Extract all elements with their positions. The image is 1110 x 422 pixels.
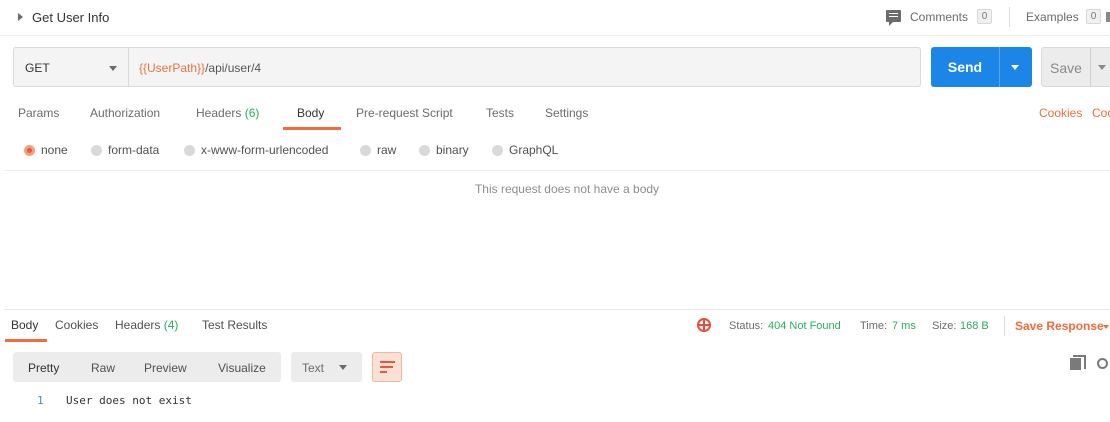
wrap-icon-line: [380, 371, 387, 373]
view-visualize-button[interactable]: Visualize: [218, 361, 266, 375]
view-pretty-button[interactable]: Pretty: [28, 361, 59, 375]
tab-tests[interactable]: Tests: [486, 106, 514, 120]
view-raw-button[interactable]: Raw: [91, 361, 115, 375]
response-view-mode-group: Pretty Raw Preview Visualize: [13, 352, 281, 382]
time-value[interactable]: 7 ms: [892, 320, 916, 332]
response-tab-headers-count: (4): [163, 318, 179, 332]
no-body-message: This request does not have a body: [474, 182, 660, 196]
view-preview-button[interactable]: Preview: [144, 361, 187, 375]
http-method-select[interactable]: GET: [13, 47, 128, 87]
url-path: /api/user/4: [205, 61, 262, 75]
radio-graphql[interactable]: [492, 145, 503, 156]
tab-headers-count: (6): [244, 106, 260, 120]
expand-caret-icon[interactable]: [18, 13, 23, 21]
send-button-divider: [999, 47, 1000, 87]
radio-x-www-form-urlencoded[interactable]: [184, 145, 195, 156]
response-status-separator: [1004, 316, 1005, 336]
search-icon[interactable]: [1097, 358, 1108, 369]
examples-button[interactable]: Examples: [1026, 10, 1079, 24]
tab-headers[interactable]: Headers (6): [196, 106, 259, 120]
radio-label-graphql[interactable]: GraphQL: [509, 143, 558, 157]
body-divider: [4, 170, 1110, 171]
radio-label-raw[interactable]: raw: [377, 143, 396, 157]
radio-raw[interactable]: [360, 145, 371, 156]
tab-params[interactable]: Params: [18, 106, 59, 120]
tab-authorization[interactable]: Authorization: [90, 106, 160, 120]
status-label: Status:: [729, 320, 764, 332]
response-active-tab-indicator: [5, 339, 47, 342]
radio-label-none[interactable]: none: [41, 143, 68, 157]
send-button-label: Send: [947, 59, 983, 75]
comments-icon[interactable]: [886, 10, 901, 26]
save-response-chevron-icon[interactable]: [1103, 325, 1109, 329]
size-label: Size:: [932, 320, 957, 332]
examples-dropdown-icon[interactable]: [1106, 12, 1110, 22]
response-tab-headers-label: Headers: [115, 318, 161, 332]
title-bar-separator: [1009, 7, 1010, 27]
save-button-label: Save: [1050, 60, 1082, 76]
send-options-chevron-icon[interactable]: [1011, 65, 1019, 70]
request-title-bar: Get User Info Comments 0 Examples 0: [0, 0, 1110, 36]
radio-form-data[interactable]: [91, 145, 102, 156]
network-globe-icon[interactable]: [697, 318, 711, 332]
response-tab-cookies[interactable]: Cookies: [55, 318, 98, 332]
chevron-down-icon: [339, 365, 347, 370]
line-number: 1: [37, 394, 44, 407]
tab-pre-request-script[interactable]: Pre-request Script: [356, 106, 453, 120]
time-label: Time:: [860, 320, 888, 332]
comments-button[interactable]: Comments: [910, 10, 968, 24]
url-variable: {{UserPath}}: [139, 61, 206, 75]
wrap-icon-line: [380, 366, 393, 368]
copy-icon[interactable]: [1070, 355, 1086, 370]
response-tab-headers[interactable]: Headers (4): [115, 318, 178, 332]
save-button-divider: [1090, 48, 1091, 86]
wrap-lines-button[interactable]: [372, 352, 402, 382]
active-tab-indicator: [283, 127, 341, 130]
status-value[interactable]: 404 Not Found: [768, 320, 841, 332]
radio-label-form-data[interactable]: form-data: [108, 143, 159, 157]
tab-body[interactable]: Body: [297, 106, 324, 120]
url-input[interactable]: {{UserPath}}/api/user/4: [128, 47, 921, 87]
cookies-link[interactable]: Cookies: [1039, 106, 1082, 120]
wrap-icon-line: [380, 361, 395, 363]
radio-label-binary[interactable]: binary: [436, 143, 469, 157]
response-tab-test-results[interactable]: Test Results: [202, 318, 267, 332]
radio-label-x-www-form-urlencoded[interactable]: x-www-form-urlencoded: [201, 143, 328, 157]
response-format-select[interactable]: Text: [291, 352, 362, 382]
response-body-text: User does not exist: [66, 394, 192, 407]
code-link[interactable]: Coc: [1092, 106, 1110, 120]
examples-count-badge: 0: [1086, 9, 1101, 24]
http-method-value: GET: [25, 61, 50, 75]
tab-settings[interactable]: Settings: [545, 106, 588, 120]
radio-binary[interactable]: [419, 145, 430, 156]
response-tab-body[interactable]: Body: [11, 318, 38, 332]
response-format-value: Text: [302, 361, 325, 375]
response-divider[interactable]: [4, 309, 1110, 310]
tab-headers-label: Headers: [196, 106, 242, 120]
size-value[interactable]: 168 B: [960, 320, 989, 332]
save-options-chevron-icon[interactable]: [1098, 65, 1106, 70]
save-button[interactable]: Save: [1041, 47, 1110, 87]
comments-count-badge: 0: [977, 9, 992, 24]
chevron-down-icon: [109, 66, 117, 71]
radio-none[interactable]: [24, 145, 35, 156]
request-name[interactable]: Get User Info: [32, 10, 109, 25]
save-response-button[interactable]: Save Response: [1015, 319, 1104, 333]
send-button[interactable]: Send: [931, 47, 1032, 87]
